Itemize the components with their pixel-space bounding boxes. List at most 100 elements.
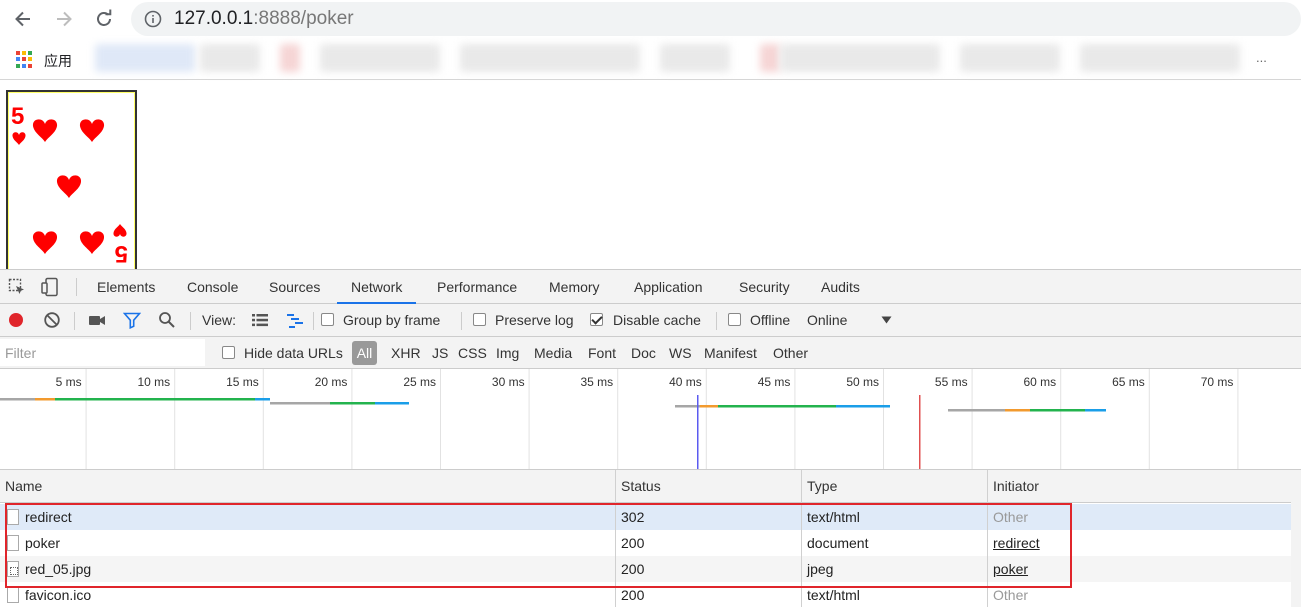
offline-label[interactable]: Offline: [750, 304, 790, 336]
tab-console[interactable]: Console: [187, 270, 238, 304]
blurred-bookmark[interactable]: [960, 44, 1060, 72]
request-name[interactable]: red_05.jpg: [25, 556, 91, 582]
search-icon[interactable]: [158, 311, 176, 329]
timeline-tick-label: 10 ms: [138, 375, 171, 389]
tab-performance[interactable]: Performance: [437, 270, 517, 304]
column-header-type[interactable]: Type: [802, 470, 837, 503]
apps-grid-icon[interactable]: [16, 51, 33, 68]
request-status: 200: [621, 561, 645, 577]
filter-input[interactable]: [0, 339, 205, 366]
blurred-bookmark[interactable]: [760, 44, 780, 72]
url-host: 127.0.0.1: [174, 8, 254, 29]
hide-data-urls-checkbox[interactable]: [222, 346, 235, 359]
timeline-gridline: [1060, 369, 1062, 469]
filter-type-font[interactable]: Font: [588, 337, 616, 369]
tab-elements[interactable]: Elements: [97, 270, 155, 304]
column-divider[interactable]: [987, 470, 988, 607]
record-icon[interactable]: [7, 311, 25, 329]
dropdown-triangle-icon[interactable]: [881, 316, 892, 324]
group-by-frame-checkbox[interactable]: [321, 313, 334, 326]
column-header-initiator[interactable]: Initiator: [988, 470, 1039, 503]
tab-memory[interactable]: Memory: [549, 270, 600, 304]
filter-type-other[interactable]: Other: [773, 337, 808, 369]
blurred-bookmark[interactable]: [320, 44, 440, 72]
device-toolbar-icon[interactable]: [40, 277, 60, 297]
request-initiator-link[interactable]: poker: [993, 556, 1028, 582]
blurred-bookmark[interactable]: [780, 44, 940, 72]
timeline-tick-label: 65 ms: [1112, 375, 1145, 389]
preserve-log-checkbox[interactable]: [473, 313, 486, 326]
filter-type-media[interactable]: Media: [534, 337, 572, 369]
url-text[interactable]: 127.0.0.1:8888/poker: [174, 9, 354, 29]
timeline-tick-label: 25 ms: [403, 375, 436, 389]
timeline-gridline: [85, 369, 87, 469]
filter-type-doc[interactable]: Doc: [631, 337, 656, 369]
request-type: text/html: [807, 509, 860, 525]
reload-button[interactable]: [91, 6, 117, 32]
disable-cache-label[interactable]: Disable cache: [613, 304, 701, 336]
filter-type-img[interactable]: Img: [496, 337, 519, 369]
info-icon[interactable]: [144, 10, 162, 28]
filter-type-js[interactable]: JS: [432, 337, 448, 369]
apps-bookmark[interactable]: 应用: [44, 51, 72, 71]
blurred-bookmark[interactable]: [200, 44, 260, 72]
timeline-overview[interactable]: 5 ms 10 ms 15 ms 20 ms 25 ms 30 ms 35 ms 40 ms 4…: [0, 369, 1301, 470]
timeline-tick-label: 30 ms: [492, 375, 525, 389]
blurred-bookmark[interactable]: [460, 44, 640, 72]
request-name[interactable]: poker: [25, 530, 60, 556]
request-type: text/html: [807, 587, 860, 603]
timeline-tick-label: 5 ms: [56, 375, 82, 389]
offline-checkbox[interactable]: [728, 313, 741, 326]
back-button[interactable]: [10, 6, 36, 32]
card-rank-top: 5: [11, 103, 24, 130]
table-scrollbar[interactable]: [1291, 470, 1301, 607]
column-header-status[interactable]: Status: [616, 470, 661, 503]
tab-security[interactable]: Security: [739, 270, 790, 304]
column-divider[interactable]: [615, 470, 616, 607]
filter-type-manifest[interactable]: Manifest: [704, 337, 757, 369]
request-name[interactable]: redirect: [25, 504, 72, 530]
blurred-bookmark[interactable]: [1080, 44, 1240, 72]
request-initiator-link[interactable]: redirect: [993, 530, 1040, 556]
preserve-log-label[interactable]: Preserve log: [495, 304, 574, 336]
filter-type-ws[interactable]: WS: [669, 337, 692, 369]
throttling-select[interactable]: Online: [807, 304, 847, 336]
tab-application[interactable]: Application: [634, 270, 703, 304]
omnibox[interactable]: 127.0.0.1:8888/poker: [131, 2, 1301, 36]
request-type: jpeg: [807, 561, 834, 577]
inspect-element-icon[interactable]: [8, 278, 26, 296]
blurred-bookmark[interactable]: [280, 44, 300, 72]
screenshot-camera-icon[interactable]: [88, 311, 106, 329]
group-by-frame-label[interactable]: Group by frame: [343, 304, 440, 336]
timeline-chart: 5 ms 10 ms 15 ms 20 ms 25 ms 30 ms 35 ms 40 ms 4…: [0, 369, 1239, 469]
table-row[interactable]: poker 200 document redirect: [0, 530, 1301, 556]
tab-network[interactable]: Network: [337, 270, 417, 304]
filter-funnel-icon[interactable]: [123, 311, 141, 329]
hide-data-urls-label[interactable]: Hide data URLs: [244, 337, 343, 369]
request-name[interactable]: favicon.ico: [25, 582, 91, 607]
tab-sources[interactable]: Sources: [269, 270, 320, 304]
bookmarks-more[interactable]: ...: [1256, 50, 1267, 65]
waterfall-overview-icon[interactable]: [286, 311, 304, 329]
disable-cache-checkbox[interactable]: [590, 313, 603, 326]
tab-audits[interactable]: Audits: [821, 270, 860, 304]
timeline-gridline: [440, 369, 441, 469]
clear-icon[interactable]: [43, 311, 61, 329]
table-row[interactable]: favicon.ico 200 text/html Other: [0, 582, 1301, 607]
forward-button[interactable]: [51, 6, 77, 32]
forward-arrow-icon: [57, 11, 72, 27]
filter-type-css[interactable]: CSS: [458, 337, 487, 369]
column-divider[interactable]: [801, 470, 802, 607]
blurred-bookmark[interactable]: [95, 44, 195, 72]
table-row[interactable]: red_05.jpg 200 jpeg poker: [0, 556, 1301, 582]
filter-type-xhr[interactable]: XHR: [391, 337, 421, 369]
page-viewport: 5 5: [0, 81, 1301, 270]
timeline-tick-label: 70 ms: [1201, 375, 1234, 389]
timeline-tick-labels: 5 ms 10 ms 15 ms 20 ms 25 ms 30 ms 35 ms 40 ms 4…: [56, 375, 1234, 389]
large-rows-icon[interactable]: [251, 311, 269, 329]
toolbar-separator: [716, 312, 717, 330]
table-row[interactable]: redirect 302 text/html Other: [0, 504, 1301, 530]
blurred-bookmark[interactable]: [660, 44, 730, 72]
filter-type-all[interactable]: All: [352, 341, 377, 365]
column-header-name[interactable]: Name: [0, 470, 42, 503]
